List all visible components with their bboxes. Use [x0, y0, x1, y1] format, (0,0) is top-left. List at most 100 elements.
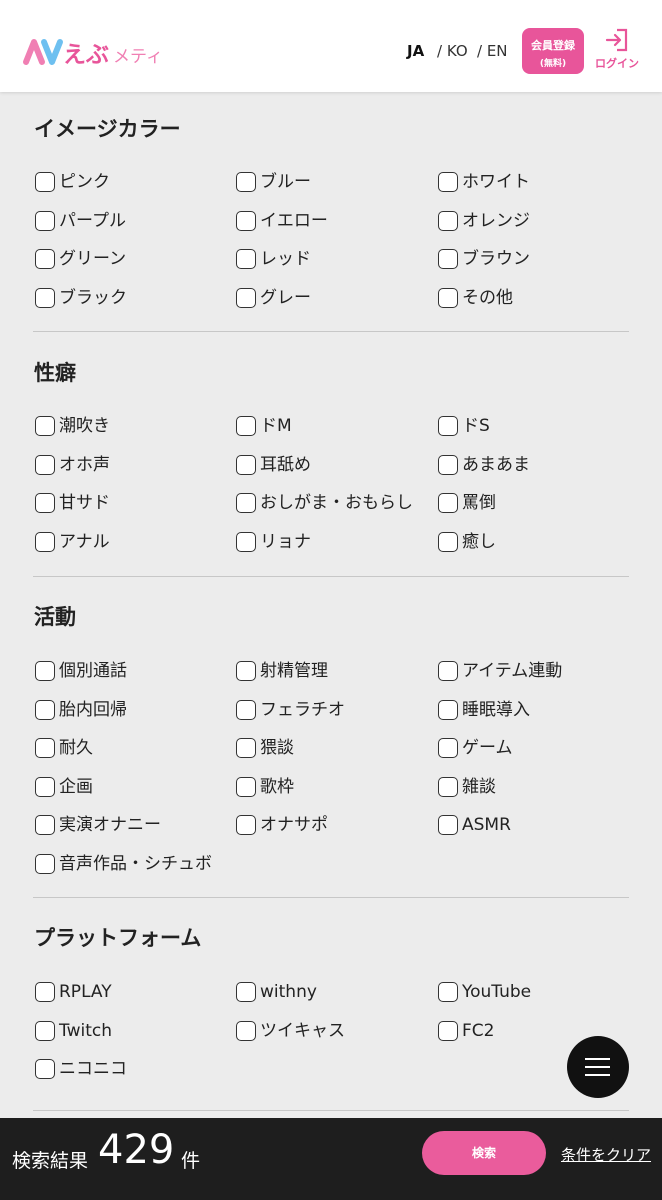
checkbox[interactable] [35, 982, 55, 1002]
checkbox[interactable] [236, 249, 256, 269]
option-label: グレー [260, 287, 311, 308]
checkbox[interactable] [35, 1020, 55, 1041]
checkbox[interactable] [236, 416, 256, 436]
register-label: 会員登録 [531, 39, 575, 52]
option-label: 射精管理 [260, 661, 328, 681]
checkbox[interactable] [438, 1020, 458, 1041]
checkbox[interactable] [35, 210, 55, 231]
lang-ja-link[interactable]: JA [407, 42, 424, 60]
checkbox[interactable] [35, 531, 55, 552]
option-label: オナサポ [260, 815, 328, 835]
clear-conditions-link[interactable]: 条件をクリア [561, 1144, 651, 1165]
option-label: アナル [59, 531, 110, 552]
search-button[interactable]: 検索 [422, 1131, 546, 1175]
option-label: withny [260, 982, 317, 1002]
site-logo[interactable]: えぶ メティ [22, 34, 172, 70]
checkbox[interactable] [438, 531, 458, 552]
checkbox[interactable] [236, 454, 256, 475]
results-count: 429 [98, 1127, 175, 1173]
section-title: 性癖 [34, 361, 76, 385]
checkbox[interactable] [438, 287, 458, 308]
option-label: 潮吹き [59, 416, 110, 436]
option-label: オホ声 [59, 454, 110, 475]
option-label: グリーン [59, 249, 127, 269]
section-divider [33, 576, 629, 577]
checkbox[interactable] [236, 210, 256, 231]
section-divider [33, 1110, 629, 1111]
checkbox[interactable] [438, 416, 458, 436]
checkbox[interactable] [35, 699, 55, 720]
register-button[interactable]: 会員登録 (無料) [522, 28, 584, 74]
checkbox[interactable] [236, 815, 256, 835]
option-label: 睡眠導入 [462, 699, 530, 720]
login-button[interactable]: ログイン [592, 28, 642, 74]
checkbox[interactable] [236, 493, 256, 513]
checkbox[interactable] [438, 738, 458, 758]
results-unit: 件 [181, 1150, 201, 1172]
option-label: 企画 [59, 776, 93, 797]
checkbox[interactable] [236, 982, 256, 1002]
checkbox[interactable] [236, 776, 256, 797]
checkbox[interactable] [438, 982, 458, 1002]
checkbox[interactable] [236, 531, 256, 552]
checkbox[interactable] [438, 661, 458, 681]
option-label: イエロー [260, 210, 328, 231]
option-label: フェラチオ [260, 699, 345, 720]
option-label: 耳舐め [260, 454, 311, 475]
checkbox[interactable] [35, 738, 55, 758]
checkbox[interactable] [438, 454, 458, 475]
option-label: 甘サド [59, 493, 110, 513]
checkbox[interactable] [236, 738, 256, 758]
checkbox[interactable] [35, 661, 55, 681]
checkbox[interactable] [438, 493, 458, 513]
checkbox[interactable] [438, 699, 458, 720]
login-label: ログイン [595, 57, 639, 70]
checkbox[interactable] [236, 699, 256, 720]
option-label: 癒し [462, 531, 496, 552]
checkbox[interactable] [35, 815, 55, 835]
section-divider [33, 897, 629, 898]
section-title: 活動 [34, 605, 76, 629]
checkbox[interactable] [236, 661, 256, 681]
option-label: ゲーム [462, 738, 513, 758]
option-label: ニコニコ [59, 1059, 127, 1079]
checkbox[interactable] [35, 287, 55, 308]
option-label: あまあま [462, 454, 530, 475]
checkbox[interactable] [35, 853, 55, 874]
checkbox[interactable] [438, 210, 458, 231]
option-label: アイテム連動 [462, 661, 563, 681]
option-label: 猥談 [260, 738, 294, 758]
option-label: ブラウン [462, 249, 530, 269]
results-label: 検索結果 [12, 1150, 89, 1172]
option-label: 胎内回帰 [59, 699, 127, 720]
option-label: 実演オナニー [59, 815, 161, 835]
checkbox[interactable] [236, 1020, 256, 1041]
checkbox[interactable] [35, 1059, 55, 1079]
option-label: ホワイト [462, 172, 530, 192]
checkbox[interactable] [35, 172, 55, 192]
option-label: Twitch [59, 1020, 112, 1041]
checkbox[interactable] [236, 172, 256, 192]
checkbox[interactable] [35, 454, 55, 475]
menu-button[interactable] [567, 1036, 629, 1098]
option-label: その他 [462, 287, 513, 308]
checkbox[interactable] [35, 249, 55, 269]
checkbox[interactable] [35, 493, 55, 513]
checkbox[interactable] [438, 776, 458, 797]
option-label: パープル [59, 210, 126, 231]
lang-en-link[interactable]: / EN [477, 42, 508, 60]
checkbox[interactable] [438, 815, 458, 835]
lang-ko-link[interactable]: / KO [437, 42, 468, 60]
checkbox[interactable] [236, 287, 256, 308]
option-label: ブラック [59, 287, 127, 308]
option-label: YouTube [462, 982, 532, 1002]
checkbox[interactable] [438, 249, 458, 269]
checkbox[interactable] [35, 776, 55, 797]
option-label: 音声作品・シチュボ [59, 853, 212, 874]
svg-text:メティ: メティ [113, 47, 163, 67]
checkbox[interactable] [35, 416, 55, 436]
checkbox[interactable] [438, 172, 458, 192]
site-header: えぶ メティ JA / KO / EN 会員登録 (無料) ログイン [0, 0, 662, 92]
option-label: ブルー [260, 172, 311, 192]
search-bar: 検索結果 429 件 検索 条件をクリア [0, 1118, 662, 1200]
